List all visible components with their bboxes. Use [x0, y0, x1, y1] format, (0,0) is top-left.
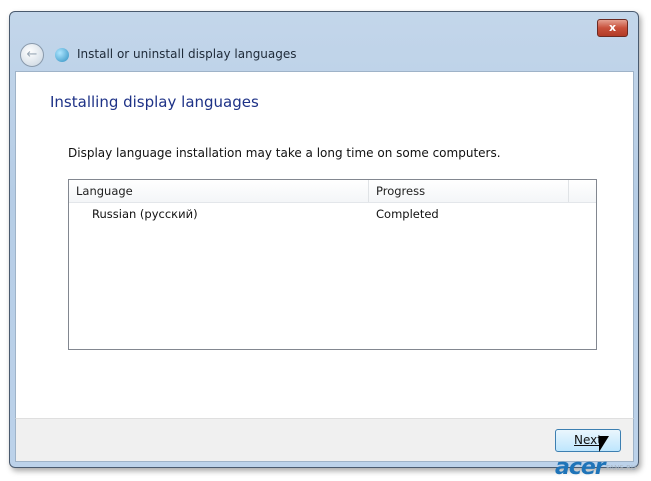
close-button[interactable]: x [597, 19, 628, 37]
language-list[interactable]: Language Progress Russian (русский) Comp… [68, 179, 597, 350]
window-title: Install or uninstall display languages [77, 47, 297, 61]
mouse-cursor-icon [599, 436, 609, 452]
column-header-filler [569, 180, 596, 202]
page-heading: Installing display languages [50, 93, 259, 111]
language-globe-icon [55, 48, 69, 62]
content-area: Installing display languages Display lan… [15, 71, 634, 419]
language-cell: Russian (русский) [92, 207, 198, 221]
acer-logo: acer [555, 455, 606, 480]
column-header-progress[interactable]: Progress [369, 180, 569, 202]
list-header: Language Progress [69, 180, 596, 203]
back-button[interactable]: ← [20, 43, 44, 67]
footer-bar: Next [15, 418, 634, 462]
wizard-window: x ← Install or uninstall display languag… [9, 11, 639, 468]
back-arrow-icon: ← [26, 47, 38, 62]
progress-cell: Completed [376, 207, 439, 221]
next-label: Next [574, 433, 602, 447]
column-header-language[interactable]: Language [69, 180, 369, 202]
next-button[interactable]: Next [555, 429, 621, 452]
list-item[interactable]: Russian (русский) Completed [69, 203, 596, 225]
description-text: Display language installation may take a… [68, 146, 501, 160]
watermark-site: FANS.RU [606, 464, 637, 472]
